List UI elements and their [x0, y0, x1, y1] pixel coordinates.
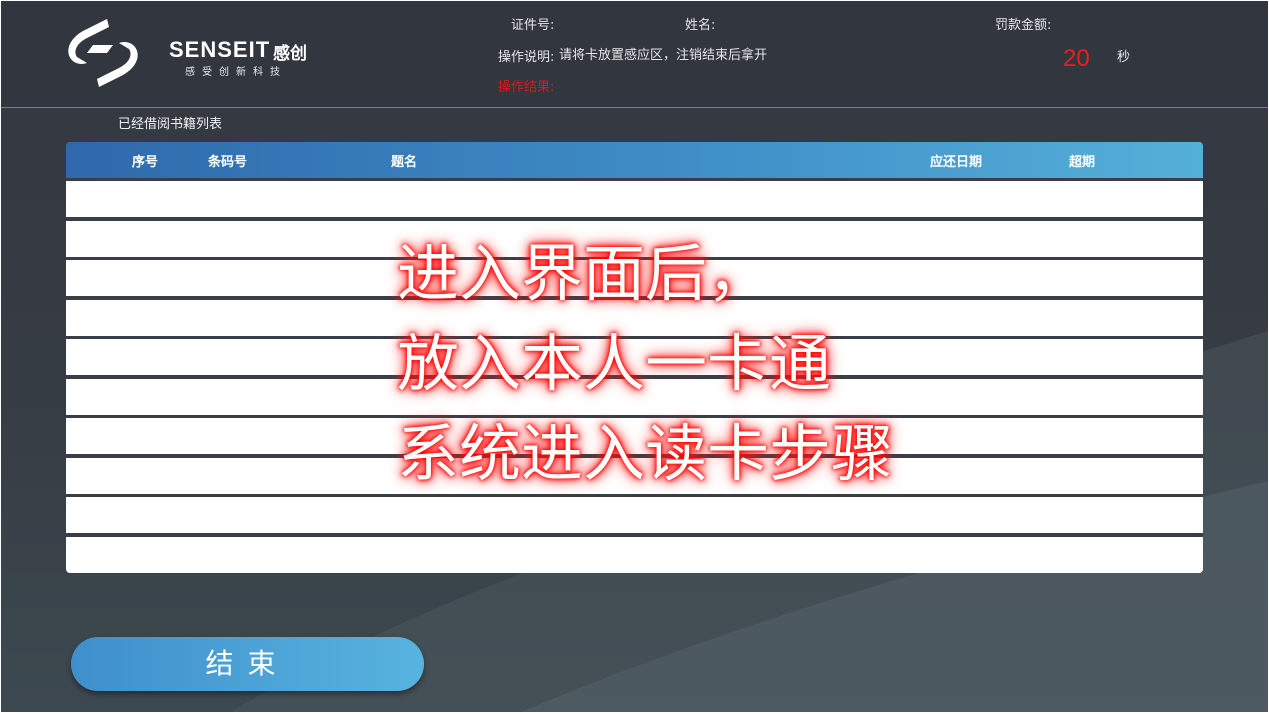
fine-amount-label: 罚款金额: [995, 18, 1052, 33]
instructions-text: 请将卡放置感应区，注销结束后拿开 [559, 48, 768, 63]
brand-tagline: 感受创新科技 [185, 67, 287, 78]
table-row [66, 497, 1203, 533]
column-header-overdue: 超期 [1069, 155, 1096, 170]
countdown-value: 20 [1063, 45, 1090, 72]
column-header-title: 题名 [391, 155, 418, 170]
overlay-line: 放入本人一卡通 [397, 327, 832, 400]
id-number-label: 证件号: [511, 18, 555, 33]
name-label: 姓名: [685, 18, 716, 33]
countdown-unit: 秒 [1117, 50, 1131, 65]
end-button[interactable]: 结束 [71, 637, 424, 691]
result-label: 操作结果: [498, 80, 555, 95]
table-row [66, 181, 1203, 217]
instruction-overlay: 进入界面后， 放入本人一卡通 系统进入读卡步骤 [397, 229, 893, 499]
header-bar: SENSEIT 感创 感受创新科技 证件号: 姓名: 罚款金额: 操作说明: 请… [1, 1, 1268, 108]
instructions-label: 操作说明: [498, 50, 555, 65]
column-header-barcode: 条码号 [208, 155, 248, 170]
senseit-logo-icon [68, 19, 138, 87]
column-header-index: 序号 [132, 155, 159, 170]
brand-name-cn: 感创 [273, 44, 307, 64]
brand-name: SENSEIT [169, 37, 271, 62]
borrowed-list-title: 已经借阅书籍列表 [118, 117, 223, 132]
overlay-line: 系统进入读卡步骤 [397, 417, 894, 490]
table-header: 序号 条码号 题名 应还日期 超期 [66, 142, 1203, 178]
overlay-line: 进入界面后， [397, 237, 770, 310]
kiosk-screen: SENSEIT 感创 感受创新科技 证件号: 姓名: 罚款金额: 操作说明: 请… [1, 1, 1268, 712]
column-header-due-date: 应还日期 [930, 155, 983, 170]
table-row [66, 537, 1203, 573]
